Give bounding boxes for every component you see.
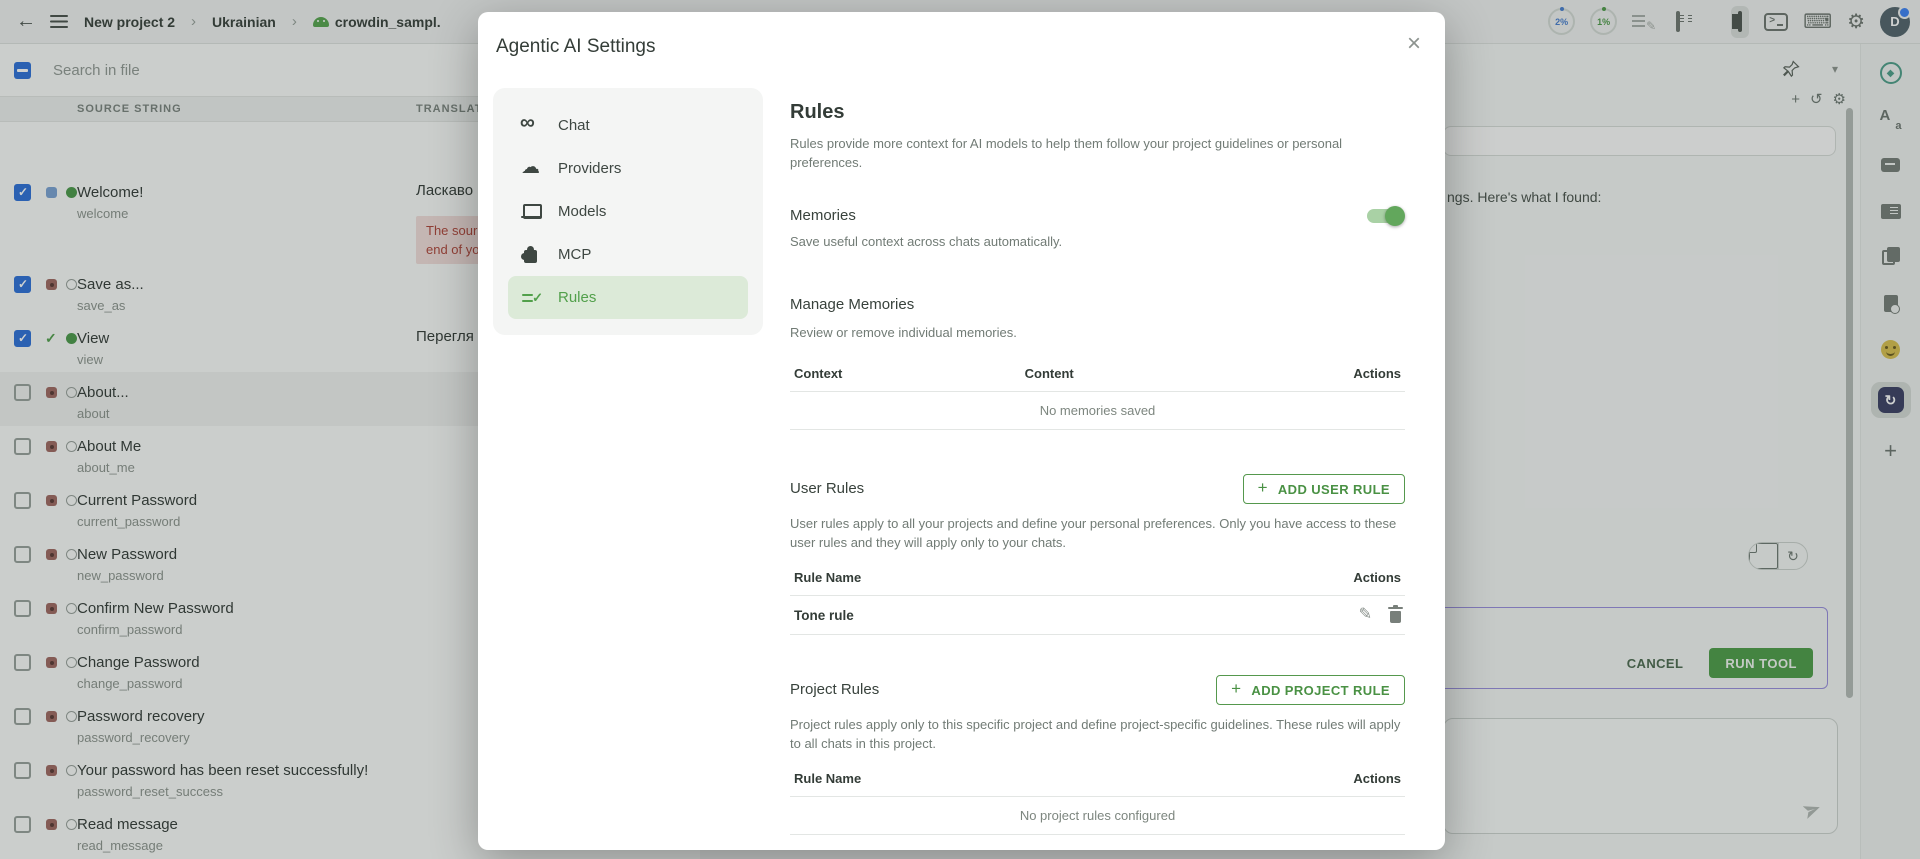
add-user-rule-button[interactable]: + ADD USER RULE xyxy=(1243,474,1405,504)
memories-col-actions: Actions xyxy=(1280,366,1401,381)
screen: ← New project 2 › Ukrainian › crowdin_sa… xyxy=(0,0,1920,859)
memories-toggle[interactable] xyxy=(1367,209,1403,223)
settings-nav-item[interactable]: Rules xyxy=(508,276,748,319)
nav-item-icon xyxy=(520,158,542,180)
project-rules-table: Rule Name Actions No project rules confi… xyxy=(790,765,1405,835)
nav-item-label: MCP xyxy=(558,246,591,263)
rules-description: Rules provide more context for AI models… xyxy=(790,134,1405,172)
project-rules-description: Project rules apply only to this specifi… xyxy=(790,715,1405,753)
add-project-rule-button[interactable]: + ADD PROJECT RULE xyxy=(1216,675,1405,705)
user-rules-table: Rule Name Actions Tone rule ✎ xyxy=(790,564,1405,635)
memories-col-content: Content xyxy=(1025,366,1280,381)
memories-table: Context Content Actions No memories save… xyxy=(790,360,1405,430)
agentic-ai-settings-modal: Agentic AI Settings × Chat Providers Mod… xyxy=(478,12,1445,850)
user-rule-row: Tone rule ✎ xyxy=(790,596,1405,635)
nav-item-label: Providers xyxy=(558,160,621,177)
nav-item-icon xyxy=(520,287,542,309)
settings-nav-item[interactable]: Providers xyxy=(508,147,748,190)
rules-heading: Rules xyxy=(790,100,1405,124)
nav-item-label: Rules xyxy=(558,289,596,306)
nav-item-icon xyxy=(520,115,542,137)
project-rules-empty-text: No project rules configured xyxy=(790,797,1405,835)
memories-col-context: Context xyxy=(794,366,1025,381)
delete-rule-icon[interactable] xyxy=(1390,611,1401,623)
project-rules-col-name: Rule Name xyxy=(794,771,861,786)
settings-nav-item[interactable]: MCP xyxy=(508,233,748,276)
close-icon[interactable]: × xyxy=(1407,32,1421,56)
project-rules-col-actions: Actions xyxy=(1353,771,1401,786)
memories-description: Save useful context across chats automat… xyxy=(790,232,1062,251)
nav-item-label: Models xyxy=(558,203,606,220)
memories-empty-text: No memories saved xyxy=(790,392,1405,430)
rule-name: Tone rule xyxy=(794,608,854,623)
user-rules-heading: User Rules xyxy=(790,479,864,499)
user-rules-col-name: Rule Name xyxy=(794,570,861,585)
plus-icon: + xyxy=(1258,478,1268,498)
edit-rule-icon[interactable]: ✎ xyxy=(1359,607,1372,623)
modal-title: Agentic AI Settings xyxy=(496,36,656,58)
settings-nav: Chat Providers Models MCP xyxy=(493,88,763,335)
nav-item-label: Chat xyxy=(558,117,590,134)
plus-icon: + xyxy=(1231,679,1241,699)
manage-memories-description: Review or remove individual memories. xyxy=(790,323,1405,342)
user-rules-col-actions: Actions xyxy=(1353,570,1401,585)
memories-heading: Memories xyxy=(790,206,1062,226)
settings-nav-item[interactable]: Models xyxy=(508,190,748,233)
manage-memories-heading: Manage Memories xyxy=(790,295,1405,315)
project-rules-heading: Project Rules xyxy=(790,680,879,700)
user-rules-description: User rules apply to all your projects an… xyxy=(790,514,1405,552)
settings-nav-item[interactable]: Chat xyxy=(508,104,748,147)
rules-content: Rules Rules provide more context for AI … xyxy=(790,100,1405,835)
nav-item-icon xyxy=(520,244,542,266)
nav-item-icon xyxy=(520,201,542,223)
